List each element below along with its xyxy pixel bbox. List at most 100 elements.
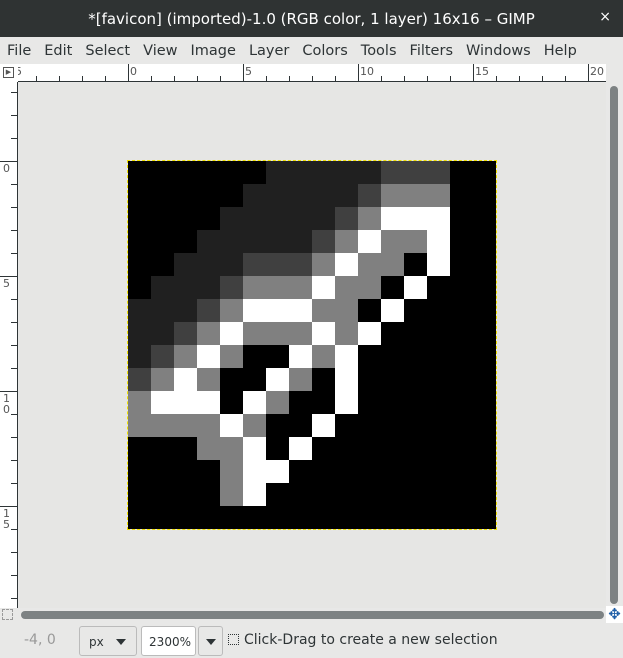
image-pixel [128,437,151,460]
image-pixel [289,299,312,322]
menu-help[interactable]: Help [544,43,577,59]
image-pixel [128,414,151,437]
close-icon[interactable]: × [599,9,611,25]
image-pixel [220,414,243,437]
image-pixel [128,460,151,483]
ruler-tick [174,76,175,81]
menu-tools[interactable]: Tools [361,43,397,59]
ruler-tick [128,64,129,81]
ruler-label: 10 [360,65,374,78]
menu-arrow-button[interactable]: ▶ [0,64,18,82]
ruler-tick [496,76,497,81]
image-pixel [381,299,404,322]
menu-layer[interactable]: Layer [249,43,289,59]
image-pixel [427,230,450,253]
menu-bar: File Edit Select View Image Layer Colors… [0,37,623,64]
image-pixel [381,276,404,299]
canvas-area[interactable] [19,83,606,608]
image-pixel [450,230,473,253]
vertical-ruler[interactable]: 0 5 10 15 [0,82,18,608]
ruler-tick [11,529,17,530]
image-pixel [151,276,174,299]
image-pixel [381,483,404,506]
ruler-tick [335,76,336,81]
menu-edit[interactable]: Edit [44,43,72,59]
image-pixel [381,414,404,437]
menu-view[interactable]: View [143,43,177,59]
image-pixel [335,322,358,345]
image-pixel [335,184,358,207]
chevron-down-icon [206,639,216,645]
image-pixel [450,437,473,460]
image-pixel [289,437,312,460]
image-canvas[interactable] [127,160,497,530]
menu-image[interactable]: Image [191,43,236,59]
image-pixel [151,437,174,460]
zoom-input[interactable]: 2300% [141,626,196,656]
menu-windows[interactable]: Windows [466,43,531,59]
ruler-tick [11,368,17,369]
image-pixel [220,276,243,299]
image-pixel [404,506,427,529]
ruler-label: 20 [590,65,604,78]
image-pixel [220,483,243,506]
image-pixel [220,391,243,414]
image-pixel [473,345,496,368]
image-pixel [404,460,427,483]
image-pixel [427,161,450,184]
scroll-thumb[interactable] [21,611,604,619]
image-pixel [381,368,404,391]
image-pixel [473,460,496,483]
image-pixel [450,322,473,345]
horizontal-scrollbar[interactable] [18,608,606,622]
horizontal-ruler[interactable]: 5 0 5 10 15 20 [18,64,606,82]
image-pixel [128,207,151,230]
zoom-dropdown[interactable] [198,626,223,656]
ruler-tick [11,575,17,576]
image-pixel [404,161,427,184]
ruler-tick [11,253,17,254]
quick-mask-icon[interactable] [2,609,13,620]
image-pixel [151,161,174,184]
image-pixel [381,506,404,529]
image-pixel [197,322,220,345]
image-pixel [151,391,174,414]
image-pixel [450,506,473,529]
image-pixel [381,391,404,414]
image-pixel [174,184,197,207]
image-pixel [312,230,335,253]
image-pixel [358,368,381,391]
image-pixel [197,161,220,184]
image-pixel [312,437,335,460]
image-pixel [404,184,427,207]
unit-value: px [89,635,104,649]
image-pixel [266,483,289,506]
image-pixel [312,184,335,207]
image-pixel [381,161,404,184]
image-pixel [450,483,473,506]
menu-colors[interactable]: Colors [302,43,347,59]
vertical-scrollbar[interactable] [606,82,623,608]
image-pixel [151,207,174,230]
menu-select[interactable]: Select [85,43,130,59]
image-pixel [266,460,289,483]
image-pixel [266,207,289,230]
image-pixel [220,253,243,276]
ruler-label: 0 [3,162,10,175]
image-pixel [174,230,197,253]
menu-filters[interactable]: Filters [410,43,453,59]
image-pixel [427,391,450,414]
image-pixel [381,184,404,207]
unit-dropdown[interactable]: px [79,626,137,656]
menu-file[interactable]: File [7,43,31,59]
image-pixel [473,207,496,230]
ruler-tick [11,460,17,461]
scroll-thumb[interactable] [610,86,618,604]
image-pixel [427,368,450,391]
image-pixel [174,276,197,299]
image-pixel [151,368,174,391]
ruler-tick [588,64,589,81]
navigate-icon[interactable]: ✥ [606,606,623,623]
status-bar: -4, 0 px 2300% Click-Drag to create a ne… [0,624,623,658]
image-pixel [427,345,450,368]
